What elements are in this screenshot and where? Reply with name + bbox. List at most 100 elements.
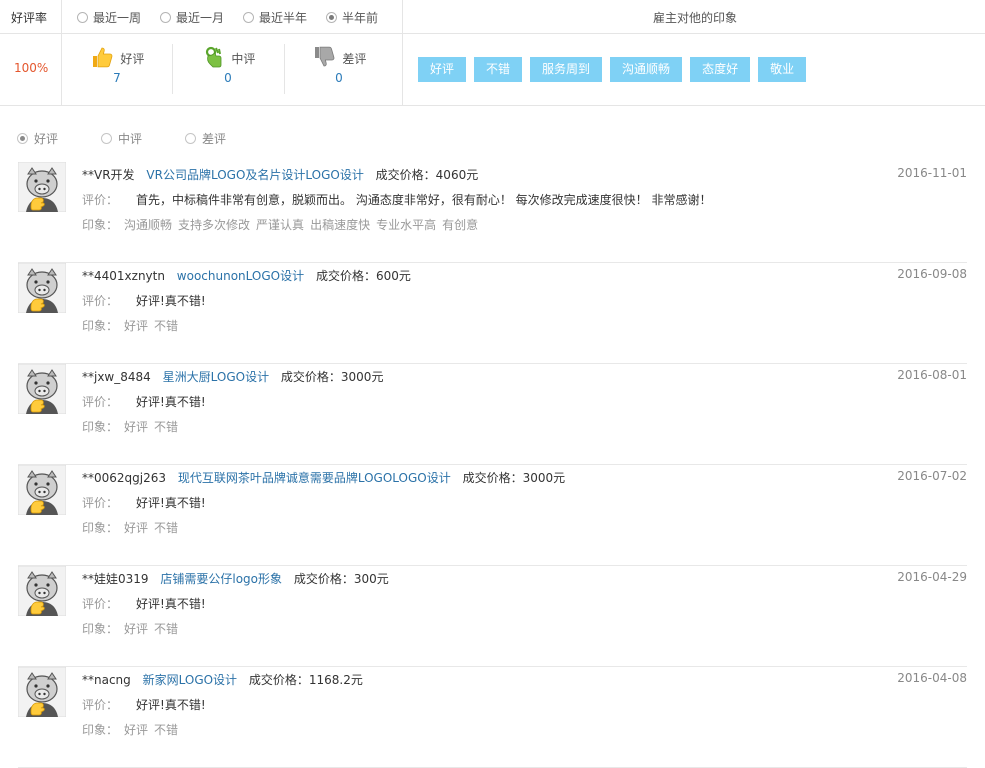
review-tag: 好评 [124,622,149,636]
comment-text: 好评!真不错! [136,597,206,611]
reviewer-name: **0062qgj263 [82,471,167,485]
review-date: 2016-11-01 [897,166,967,180]
radio-icon [326,12,337,23]
avatar[interactable] [17,161,67,213]
filter-label: 好评 [34,132,59,146]
deal-price: 成交价格：3000元 [462,471,566,485]
deal-price: 成交价格：4060元 [375,168,479,182]
avatar[interactable] [17,363,67,415]
impression-tag: 敬业 [758,57,807,82]
review-header: **娃娃0319 店铺需要公仔logo形象 成交价格：300元 [82,570,389,587]
review-tag: 不错 [154,622,179,636]
review-date: 2016-07-02 [897,469,967,483]
rate-label: 好评率 [11,11,48,25]
review-tag: 沟通顺畅 [124,218,173,232]
project-link[interactable]: VR公司品牌LOGO及名片设计LOGO设计 [146,168,363,182]
review-header: **VR开发 VR公司品牌LOGO及名片设计LOGO设计 成交价格：4060元 [82,166,478,183]
deal-price: 成交价格：1168.2元 [248,673,363,687]
impression-tag: 服务周到 [530,57,603,82]
review-tag: 支持多次修改 [178,218,251,232]
filter-radio-good[interactable]: 好评 [17,130,58,147]
divider [284,44,285,94]
count-bad: 差评 0 [309,45,369,85]
filter-radio-neutral[interactable]: 中评 [101,130,142,147]
divider [61,0,62,105]
comment-label: 评价： [82,395,119,409]
period-label: 最近半年 [259,11,308,25]
review-tag: 严谨认真 [256,218,305,232]
project-link[interactable]: 新家网LOGO设计 [143,673,237,687]
project-link[interactable]: woochunonLOGO设计 [177,269,304,283]
review-date: 2016-09-08 [897,267,967,281]
review-header: **jxw_8484 星洲大厨LOGO设计 成交价格：3000元 [82,368,383,385]
review-tags-row: 印象： 好评 不错 [82,721,178,738]
count-neutral: 中评 0 [198,45,258,85]
review-comment-row: 评价： 好评!真不错! [82,393,206,410]
review-item: **VR开发 VR公司品牌LOGO及名片设计LOGO设计 成交价格：4060元 … [17,161,967,263]
avatar[interactable] [17,666,67,718]
radio-icon [185,133,196,144]
comment-text: 好评!真不错! [136,294,206,308]
review-header: **0062qgj263 现代互联网茶叶品牌诚意需要品牌LOGOLOGO设计 成… [82,469,565,486]
impression-label: 印象： [82,218,119,232]
reviewer-name: **jxw_8484 [82,370,151,384]
impression-label: 印象： [82,521,119,535]
impression-tag: 不错 [474,57,523,82]
avatar[interactable] [17,565,67,617]
rate-value: 100% [14,61,49,75]
period-radio-older[interactable]: 半年前 [326,9,378,26]
review-item: **jxw_8484 星洲大厨LOGO设计 成交价格：3000元 2016-08… [17,363,967,465]
filter-label: 中评 [118,132,143,146]
impression-label: 印象： [82,622,119,636]
reviewer-name: **娃娃0319 [82,572,149,586]
count-value: 0 [335,71,343,85]
review-tags-row: 印象： 好评 不错 [82,620,178,637]
period-radio-halfyear[interactable]: 最近半年 [243,9,307,26]
avatar[interactable] [17,464,67,516]
review-tag: 有创意 [442,218,479,232]
review-tags-row: 印象： 好评 不错 [82,317,178,334]
comment-text: 好评!真不错! [136,496,206,510]
reviewer-name: **nacng [82,673,131,687]
count-label: 好评 [120,52,145,66]
comment-label: 评价： [82,597,119,611]
period-radio-month[interactable]: 最近一月 [160,9,224,26]
review-tag: 好评 [124,420,149,434]
rating-summary: 好评率 100% 最近一周 最近一月 最近半年 半年前 雇主对他的印象 好评 7… [0,0,985,106]
deal-price: 成交价格：300元 [293,572,389,586]
period-radio-week[interactable]: 最近一周 [77,9,141,26]
review-item: **nacng 新家网LOGO设计 成交价格：1168.2元 2016-04-0… [17,666,967,768]
review-header: **nacng 新家网LOGO设计 成交价格：1168.2元 [82,671,363,688]
review-tag: 好评 [124,319,149,333]
comment-label: 评价： [82,294,119,308]
review-date: 2016-04-08 [897,671,967,685]
comment-text: 首先，中标稿件非常有创意，脱颖而出。 沟通态度非常好，很有耐心！ 每次修改完成速… [136,193,712,207]
review-tag: 好评 [124,521,149,535]
review-tag: 出稿速度快 [310,218,371,232]
impression-tags: 好评 不错 服务周到 沟通顺畅 态度好 敬业 [418,57,814,82]
period-label: 最近一月 [176,11,225,25]
comment-label: 评价： [82,193,119,207]
count-good: 好评 7 [86,45,148,85]
impression-label: 印象： [82,319,119,333]
impression-title: 雇主对他的印象 [653,11,738,25]
deal-price: 成交价格：600元 [315,269,411,283]
review-tags-row: 印象： 好评 不错 [82,418,178,435]
project-link[interactable]: 店铺需要公仔logo形象 [160,572,282,586]
project-link[interactable]: 现代互联网茶叶品牌诚意需要品牌LOGOLOGO设计 [178,471,451,485]
hand-ok-icon [201,45,225,72]
review-date: 2016-04-29 [897,570,967,584]
project-link[interactable]: 星洲大厨LOGO设计 [163,370,269,384]
divider [402,0,403,105]
comment-label: 评价： [82,698,119,712]
review-comment-row: 评价： 好评!真不错! [82,696,206,713]
review-tag: 不错 [154,521,179,535]
radio-icon [17,133,28,144]
review-item: **4401xznytn woochunonLOGO设计 成交价格：600元 2… [17,262,967,364]
comment-text: 好评!真不错! [136,395,206,409]
count-value: 0 [224,71,232,85]
count-value: 7 [113,71,121,85]
avatar[interactable] [17,262,67,314]
period-label: 半年前 [342,11,379,25]
filter-radio-bad[interactable]: 差评 [185,130,226,147]
